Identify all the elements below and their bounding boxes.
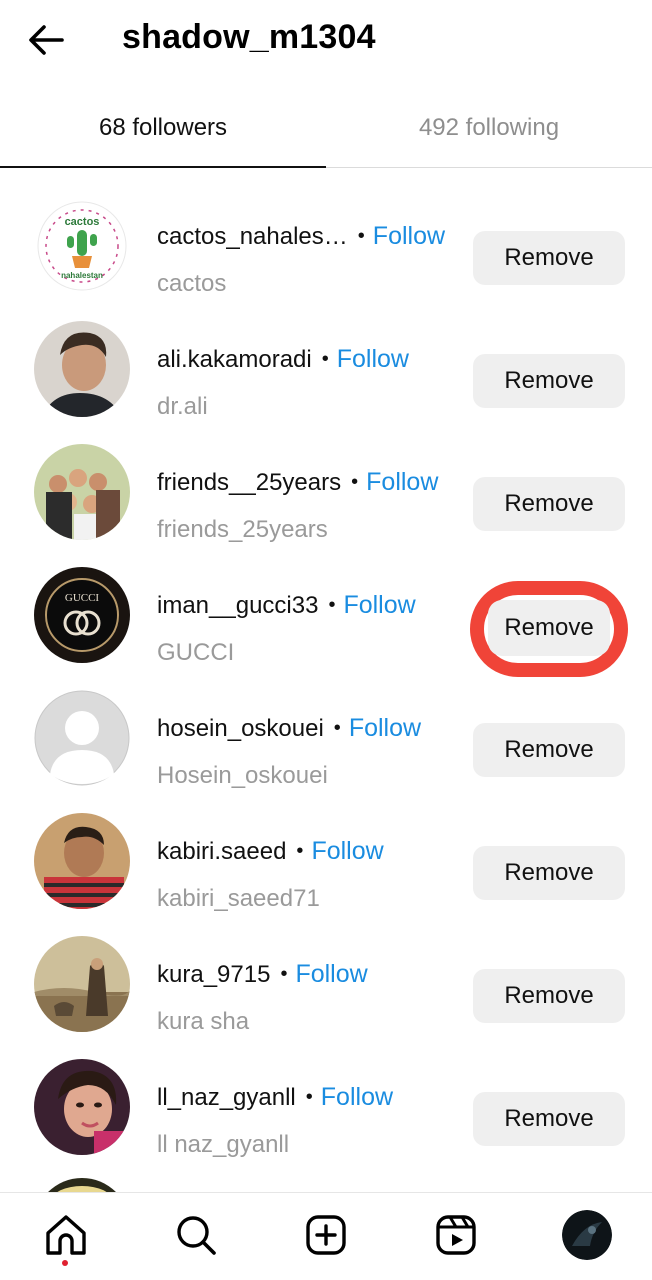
separator-dot: • [280,963,288,985]
username-line: friends__25years • Follow [157,468,438,497]
top-bar: shadow_m1304 [0,0,652,82]
username[interactable]: ali.kakamoradi [157,346,312,374]
followers-list: cactos nahalestan cactos_nahales… • Foll… [0,170,652,1158]
list-item: kabiri.saeed • Follow kabiri_saeed71 Rem… [0,799,652,922]
full-name: kabiri_saeed71 [157,885,320,912]
remove-button[interactable]: Remove [473,354,625,408]
remove-button[interactable]: Remove [473,477,625,531]
username-line: hosein_oskouei • Follow [157,714,421,743]
username-line: cactos_nahales… • Follow [157,222,445,251]
followers-screen: shadow_m1304 68 followers 492 following … [0,0,652,1280]
follow-button[interactable]: Follow [373,222,445,251]
arrow-left-icon[interactable] [22,18,72,62]
tab-followers[interactable]: 68 followers [0,92,326,168]
follow-button[interactable]: Follow [321,1083,393,1112]
avatar[interactable]: cactos nahalestan [34,198,130,294]
full-name: dr.ali [157,393,208,420]
remove-button[interactable]: Remove [473,969,625,1023]
search-icon[interactable] [172,1211,220,1259]
remove-button[interactable]: Remove [488,600,610,656]
username-line: ali.kakamoradi • Follow [157,345,409,374]
list-item: hosein_oskouei • Follow Hosein_oskouei R… [0,676,652,799]
page-title: shadow_m1304 [122,18,376,56]
remove-button[interactable]: Remove [473,231,625,285]
active-tab-indicator [0,166,326,168]
follow-button[interactable]: Follow [366,468,438,497]
list-item: GUCCI iman__gucci33 • Follow GUCCI Remov… [0,553,652,677]
full-name: cactos [157,270,227,297]
avatar[interactable] [34,321,130,417]
remove-button[interactable]: Remove [473,846,625,900]
reels-icon[interactable] [432,1211,480,1259]
username[interactable]: cactos_nahales… [157,223,348,251]
svg-text:cactos: cactos [65,216,100,228]
username[interactable]: kabiri.saeed [157,838,286,866]
home-icon[interactable] [42,1211,90,1259]
follow-tabs: 68 followers 492 following [0,92,652,168]
separator-dot: • [321,348,329,370]
notification-dot [62,1260,68,1266]
separator-dot: • [328,594,336,616]
avatar[interactable] [34,1059,130,1155]
list-item: ll_naz_gyanll • Follow ll naz_gyanll Rem… [0,1045,652,1168]
full-name: friends_25years [157,516,328,543]
profile-avatar[interactable] [562,1210,612,1260]
avatar[interactable] [34,813,130,909]
create-icon[interactable] [302,1211,350,1259]
remove-button[interactable]: Remove [473,1092,625,1146]
list-item: friends__25years • Follow friends_25year… [0,430,652,553]
follow-button[interactable]: Follow [349,714,421,743]
username-line: ll_naz_gyanll • Follow [157,1083,393,1112]
separator-dot: • [305,1086,313,1108]
username[interactable]: ll_naz_gyanll [157,1084,296,1112]
separator-dot: • [351,471,359,493]
full-name: ll naz_gyanll [157,1131,290,1158]
list-item: ali.kakamoradi • Follow dr.ali Remove [0,307,652,430]
svg-text:nahalestan: nahalestan [61,271,103,280]
svg-text:GUCCI: GUCCI [65,592,100,604]
full-name: GUCCI [157,639,235,666]
remove-button[interactable]: Remove [473,723,625,777]
follow-button[interactable]: Follow [343,591,415,620]
username[interactable]: kura_9715 [157,961,270,989]
username-line: iman__gucci33 • Follow [157,591,416,620]
full-name: Hosein_oskouei [157,762,328,789]
bottom-nav [0,1192,652,1280]
separator-dot: • [296,840,304,862]
username-line: kura_9715 • Follow [157,960,368,989]
tab-following[interactable]: 492 following [326,92,652,168]
avatar[interactable] [34,936,130,1032]
list-item: cactos nahalestan cactos_nahales… • Foll… [0,184,652,307]
username-line: kabiri.saeed • Follow [157,837,384,866]
username[interactable]: hosein_oskouei [157,715,324,743]
separator-dot: • [333,717,341,739]
follow-button[interactable]: Follow [337,345,409,374]
list-item: kura_9715 • Follow kura sha Remove [0,922,652,1045]
follow-button[interactable]: Follow [311,837,383,866]
avatar[interactable] [34,690,130,786]
follow-button[interactable]: Follow [295,960,367,989]
username[interactable]: friends__25years [157,469,341,497]
full-name: kura sha [157,1008,250,1035]
username[interactable]: iman__gucci33 [157,592,318,620]
avatar[interactable] [34,444,130,540]
avatar[interactable]: GUCCI [34,567,130,663]
separator-dot: • [357,225,365,247]
